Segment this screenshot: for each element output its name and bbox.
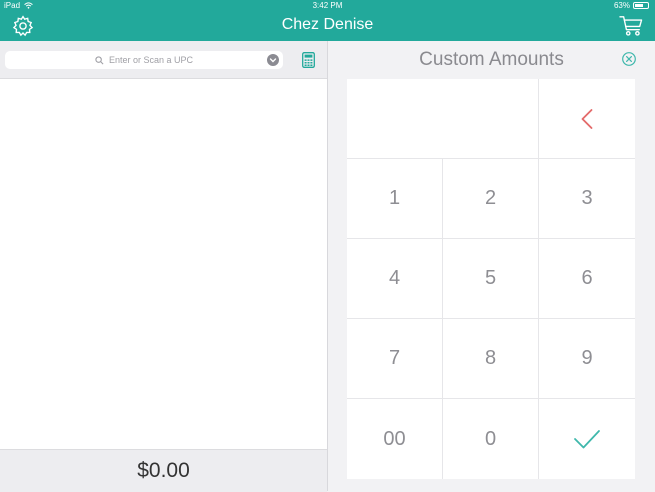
key-7[interactable]: 7	[347, 319, 443, 399]
cart-icon[interactable]	[619, 15, 643, 37]
panel-divider	[327, 41, 328, 491]
key-4[interactable]: 4	[347, 239, 443, 319]
backspace-button[interactable]	[539, 79, 635, 159]
key-9[interactable]: 9	[539, 319, 635, 399]
status-time: 3:42 PM	[312, 1, 343, 10]
key-0[interactable]: 0	[443, 399, 539, 479]
close-icon[interactable]	[621, 51, 637, 67]
order-total: $0.00	[0, 449, 327, 492]
nav-bar: Chez Denise	[0, 12, 655, 41]
search-icon	[95, 55, 104, 64]
search-input[interactable]: Enter or Scan a UPC	[5, 51, 283, 69]
page-title: Chez Denise	[281, 16, 374, 33]
status-bar: iPad 3:42 PM 63%	[0, 0, 655, 12]
chevron-down-icon[interactable]	[267, 54, 279, 66]
battery-icon	[633, 2, 649, 9]
key-2[interactable]: 2	[443, 159, 539, 239]
key-8[interactable]: 8	[443, 319, 539, 399]
key-6[interactable]: 6	[539, 239, 635, 319]
checkmark-icon	[574, 430, 600, 449]
custom-amounts-title: Custom Amounts	[419, 49, 564, 70]
order-panel: Enter or Scan a UPC $0.00	[0, 41, 327, 492]
backspace-icon	[581, 108, 593, 129]
battery-percent: 63%	[613, 1, 630, 10]
calculator-icon[interactable]	[302, 52, 315, 68]
keypad: 1 2 3 4 5 6 7 8 9 00 0	[347, 79, 635, 479]
search-bar: Enter or Scan a UPC	[0, 41, 327, 79]
amount-display	[347, 79, 539, 159]
confirm-button[interactable]	[539, 399, 635, 479]
key-00[interactable]: 00	[347, 399, 443, 479]
key-3[interactable]: 3	[539, 159, 635, 239]
search-placeholder: Enter or Scan a UPC	[108, 55, 194, 65]
key-5[interactable]: 5	[443, 239, 539, 319]
key-1[interactable]: 1	[347, 159, 443, 239]
battery-status: 63%	[614, 1, 649, 10]
